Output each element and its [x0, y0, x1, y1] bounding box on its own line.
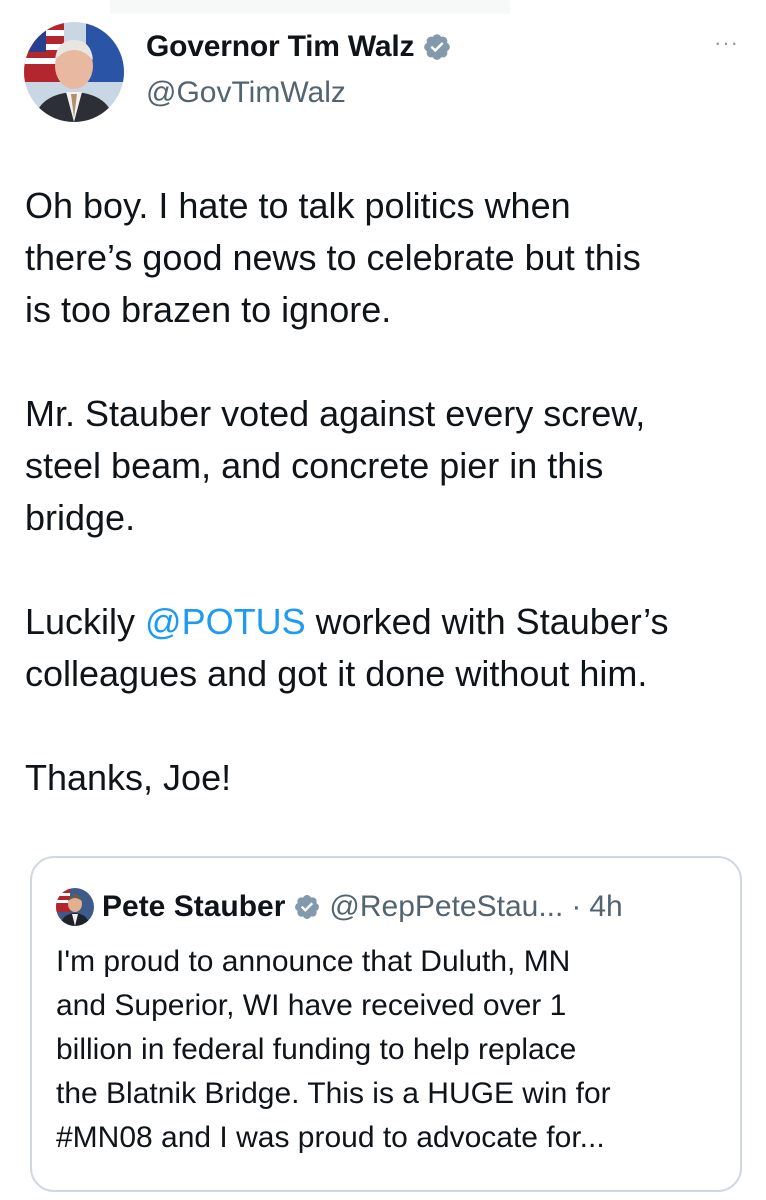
quoted-tweet-text: I'm proud to announce that Duluth, MN an… — [56, 945, 611, 1154]
tweet-header: Governor Tim Walz @GovTimWalz ··· — [24, 22, 744, 122]
verified-badge-icon — [295, 895, 320, 919]
author-handle[interactable]: @GovTimWalz — [146, 76, 346, 110]
author-name-row: Governor Tim Walz — [146, 30, 452, 64]
tweet-paragraph: Thanks, Joe! — [25, 757, 232, 798]
tweet-paragraph: Luckily @POTUS worked with Stauber’s col… — [25, 596, 745, 700]
quoted-tweet-timestamp[interactable]: 4h — [589, 890, 622, 924]
tweet-text: Oh boy. I hate to talk politics when the… — [25, 180, 745, 856]
quoted-author-avatar[interactable] — [56, 888, 94, 926]
quoted-author-handle[interactable]: @RepPeteStau... — [329, 890, 563, 924]
potus-mention-link[interactable]: @POTUS — [145, 601, 306, 642]
more-options-icon[interactable]: ··· — [714, 30, 739, 56]
text-segment: Luckily — [25, 601, 146, 642]
quoted-author-name[interactable]: Pete Stauber — [102, 890, 285, 924]
tweet-paragraph: Mr. Stauber voted against every screw, s… — [25, 393, 646, 538]
quoted-tweet-header: Pete Stauber @RepPeteStau... · 4h — [56, 888, 623, 926]
tweet-paragraph: Oh boy. I hate to talk politics when the… — [25, 185, 641, 330]
verified-badge-icon — [424, 34, 451, 60]
author-avatar[interactable] — [24, 22, 124, 122]
person-avatar-icon — [56, 888, 94, 926]
quoted-tweet-card[interactable]: Pete Stauber @RepPeteStau... · 4h I'm pr… — [30, 856, 742, 1192]
author-display-name[interactable]: Governor Tim Walz — [146, 30, 415, 64]
top-strip — [110, 0, 510, 14]
person-avatar-icon — [24, 22, 124, 122]
timestamp-separator: · — [571, 890, 582, 923]
